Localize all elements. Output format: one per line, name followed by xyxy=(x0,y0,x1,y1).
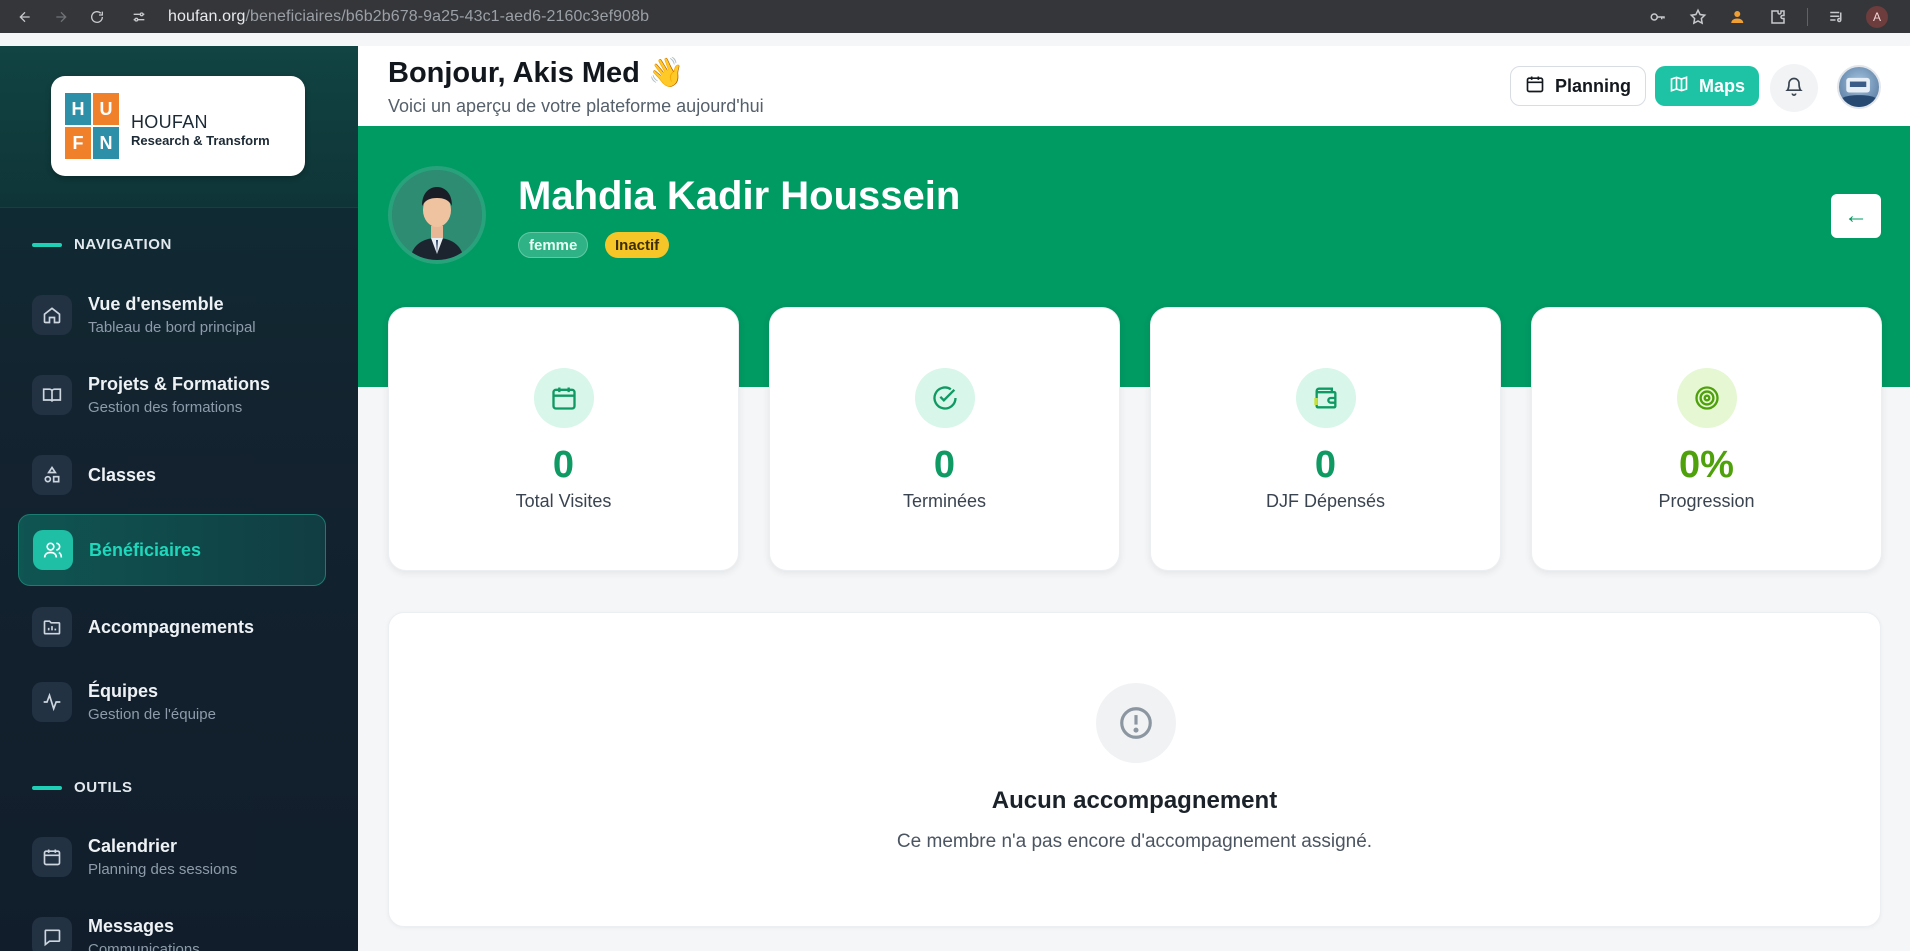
star-icon[interactable] xyxy=(1687,6,1709,28)
url-path: /beneficiaires/b6b2b678-9a25-43c1-aed6-2… xyxy=(245,7,650,25)
stat-value: 0% xyxy=(1679,444,1734,486)
browser-toolbar: houfan.org/beneficiaires/b6b2b678-9a25-4… xyxy=(0,0,1910,33)
sidebar-item-label: Calendrier xyxy=(88,836,178,856)
planning-button[interactable]: Planning xyxy=(1510,66,1646,106)
toolbar-divider xyxy=(1807,7,1808,26)
sidebar-item-beneficiaries[interactable]: Bénéficiaires xyxy=(18,514,326,586)
bell-icon xyxy=(1784,76,1804,101)
book-icon xyxy=(32,375,72,415)
greeting-title: Bonjour, Akis Med 👋 xyxy=(388,57,685,89)
stat-card-spent: 0 DJF Dépensés xyxy=(1150,307,1501,571)
maps-button[interactable]: Maps xyxy=(1655,66,1760,106)
profile-name: Mahdia Kadir Houssein xyxy=(518,174,961,218)
section-accent-bar xyxy=(32,785,62,790)
url-host: houfan.org xyxy=(168,7,246,25)
arrow-left-icon: ← xyxy=(1844,202,1868,229)
alert-circle-icon xyxy=(1096,683,1176,763)
address-bar[interactable]: houfan.org/beneficiaires/b6b2b678-9a25-4… xyxy=(168,8,649,26)
empty-state-title: Aucun accompagnement xyxy=(991,787,1278,814)
section-tools: OUTILS xyxy=(32,779,133,796)
greeting-subtitle: Voici un aperçu de votre plateforme aujo… xyxy=(388,96,764,116)
sidebar-item-label: Classes xyxy=(88,464,157,485)
stat-label: Progression xyxy=(1658,491,1755,511)
logo-letter-n: N xyxy=(93,127,119,159)
back-arrow-icon[interactable] xyxy=(14,6,36,28)
media-queue-icon[interactable] xyxy=(1826,6,1848,28)
stat-value: 0 xyxy=(933,444,956,486)
sidebar-item-projects[interactable]: Projets & Formations Gestion des formati… xyxy=(18,359,326,431)
sidebar: H U F N HOUFAN Research & Transform NAVI… xyxy=(0,46,358,951)
check-circle-icon xyxy=(915,368,975,428)
extension-user-icon[interactable] xyxy=(1727,6,1749,28)
stat-card-total-visits: 0 Total Visites xyxy=(388,307,739,571)
stat-value: 0 xyxy=(552,444,575,486)
sidebar-item-overview[interactable]: Vue d'ensemble Tableau de bord principal xyxy=(18,279,326,351)
calendar-icon xyxy=(32,837,72,877)
notifications-button[interactable] xyxy=(1770,64,1818,112)
wallet-icon xyxy=(1296,368,1356,428)
sidebar-item-label: Projets & Formations xyxy=(88,374,271,394)
folder-chart-icon xyxy=(32,607,72,647)
accompaniments-panel: Aucun accompagnement Ce membre n'a pas e… xyxy=(388,612,1881,927)
stat-label: DJF Dépensés xyxy=(1265,491,1386,511)
user-avatar[interactable] xyxy=(1837,65,1881,109)
map-icon xyxy=(1669,74,1689,99)
top-header: Bonjour, Akis Med 👋 Voici un aperçu de v… xyxy=(358,46,1910,126)
logo-tagline: Research & Transform xyxy=(131,133,270,148)
sidebar-logo-area: H U F N HOUFAN Research & Transform xyxy=(0,46,358,208)
message-icon xyxy=(32,917,72,951)
sidebar-item-label: Messages xyxy=(88,916,175,936)
sidebar-item-label: Vue d'ensemble xyxy=(88,294,224,314)
stat-label: Terminées xyxy=(902,491,987,511)
sidebar-item-sublabel: Planning des sessions xyxy=(88,861,238,878)
key-icon[interactable] xyxy=(1647,6,1669,28)
sidebar-item-sublabel: Gestion des formations xyxy=(88,399,243,416)
calendar-icon xyxy=(1525,74,1545,99)
maps-label: Maps xyxy=(1699,75,1746,96)
sidebar-item-label: Accompagnements xyxy=(88,616,255,637)
planning-label: Planning xyxy=(1555,75,1631,96)
logo-mark: H U F N xyxy=(65,93,119,159)
target-icon xyxy=(1677,368,1737,428)
sidebar-item-label: Équipes xyxy=(88,681,159,701)
section-accent-bar xyxy=(32,242,62,247)
logo-letter-u: U xyxy=(93,93,119,125)
section-navigation: NAVIGATION xyxy=(32,236,172,253)
sidebar-item-teams[interactable]: Équipes Gestion de l'équipe xyxy=(18,666,326,738)
gender-badge: femme xyxy=(518,232,589,258)
stat-card-completed: 0 Terminées xyxy=(769,307,1120,571)
status-badge: Inactif xyxy=(605,232,670,258)
home-icon xyxy=(32,295,72,335)
puzzle-icon[interactable] xyxy=(1767,6,1789,28)
site-settings-icon[interactable] xyxy=(128,6,150,28)
logo-name: HOUFAN xyxy=(131,112,208,132)
back-button[interactable]: ← xyxy=(1831,194,1881,238)
logo-letter-h: H xyxy=(65,93,91,125)
logo[interactable]: H U F N HOUFAN Research & Transform xyxy=(51,76,305,176)
stat-card-progress: 0% Progression xyxy=(1531,307,1882,571)
calendar-icon xyxy=(534,368,594,428)
sidebar-item-sublabel: Tableau de bord principal xyxy=(88,319,256,336)
activity-icon xyxy=(32,682,72,722)
shapes-icon xyxy=(32,455,72,495)
sidebar-item-sublabel: Gestion de l'équipe xyxy=(88,706,216,723)
sidebar-item-messages[interactable]: Messages Communications xyxy=(18,901,326,951)
forward-arrow-icon[interactable] xyxy=(50,6,72,28)
section-label: OUTILS xyxy=(74,779,133,796)
browser-profile-avatar[interactable]: A xyxy=(1866,5,1888,28)
stat-label: Total Visites xyxy=(515,491,612,511)
empty-state-message: Ce membre n'a pas encore d'accompagnemen… xyxy=(896,831,1373,852)
sidebar-item-accompaniments[interactable]: Accompagnements xyxy=(18,591,326,663)
logo-letter-f: F xyxy=(65,127,91,159)
sidebar-item-calendar[interactable]: Calendrier Planning des sessions xyxy=(18,821,326,893)
sidebar-item-sublabel: Communications xyxy=(88,941,200,951)
reload-icon[interactable] xyxy=(86,6,108,28)
section-label: NAVIGATION xyxy=(74,236,172,253)
users-icon xyxy=(33,530,73,570)
sidebar-item-classes[interactable]: Classes xyxy=(18,439,326,511)
sidebar-item-label: Bénéficiaires xyxy=(89,539,202,560)
profile-avatar xyxy=(388,166,486,264)
stat-value: 0 xyxy=(1314,444,1337,486)
